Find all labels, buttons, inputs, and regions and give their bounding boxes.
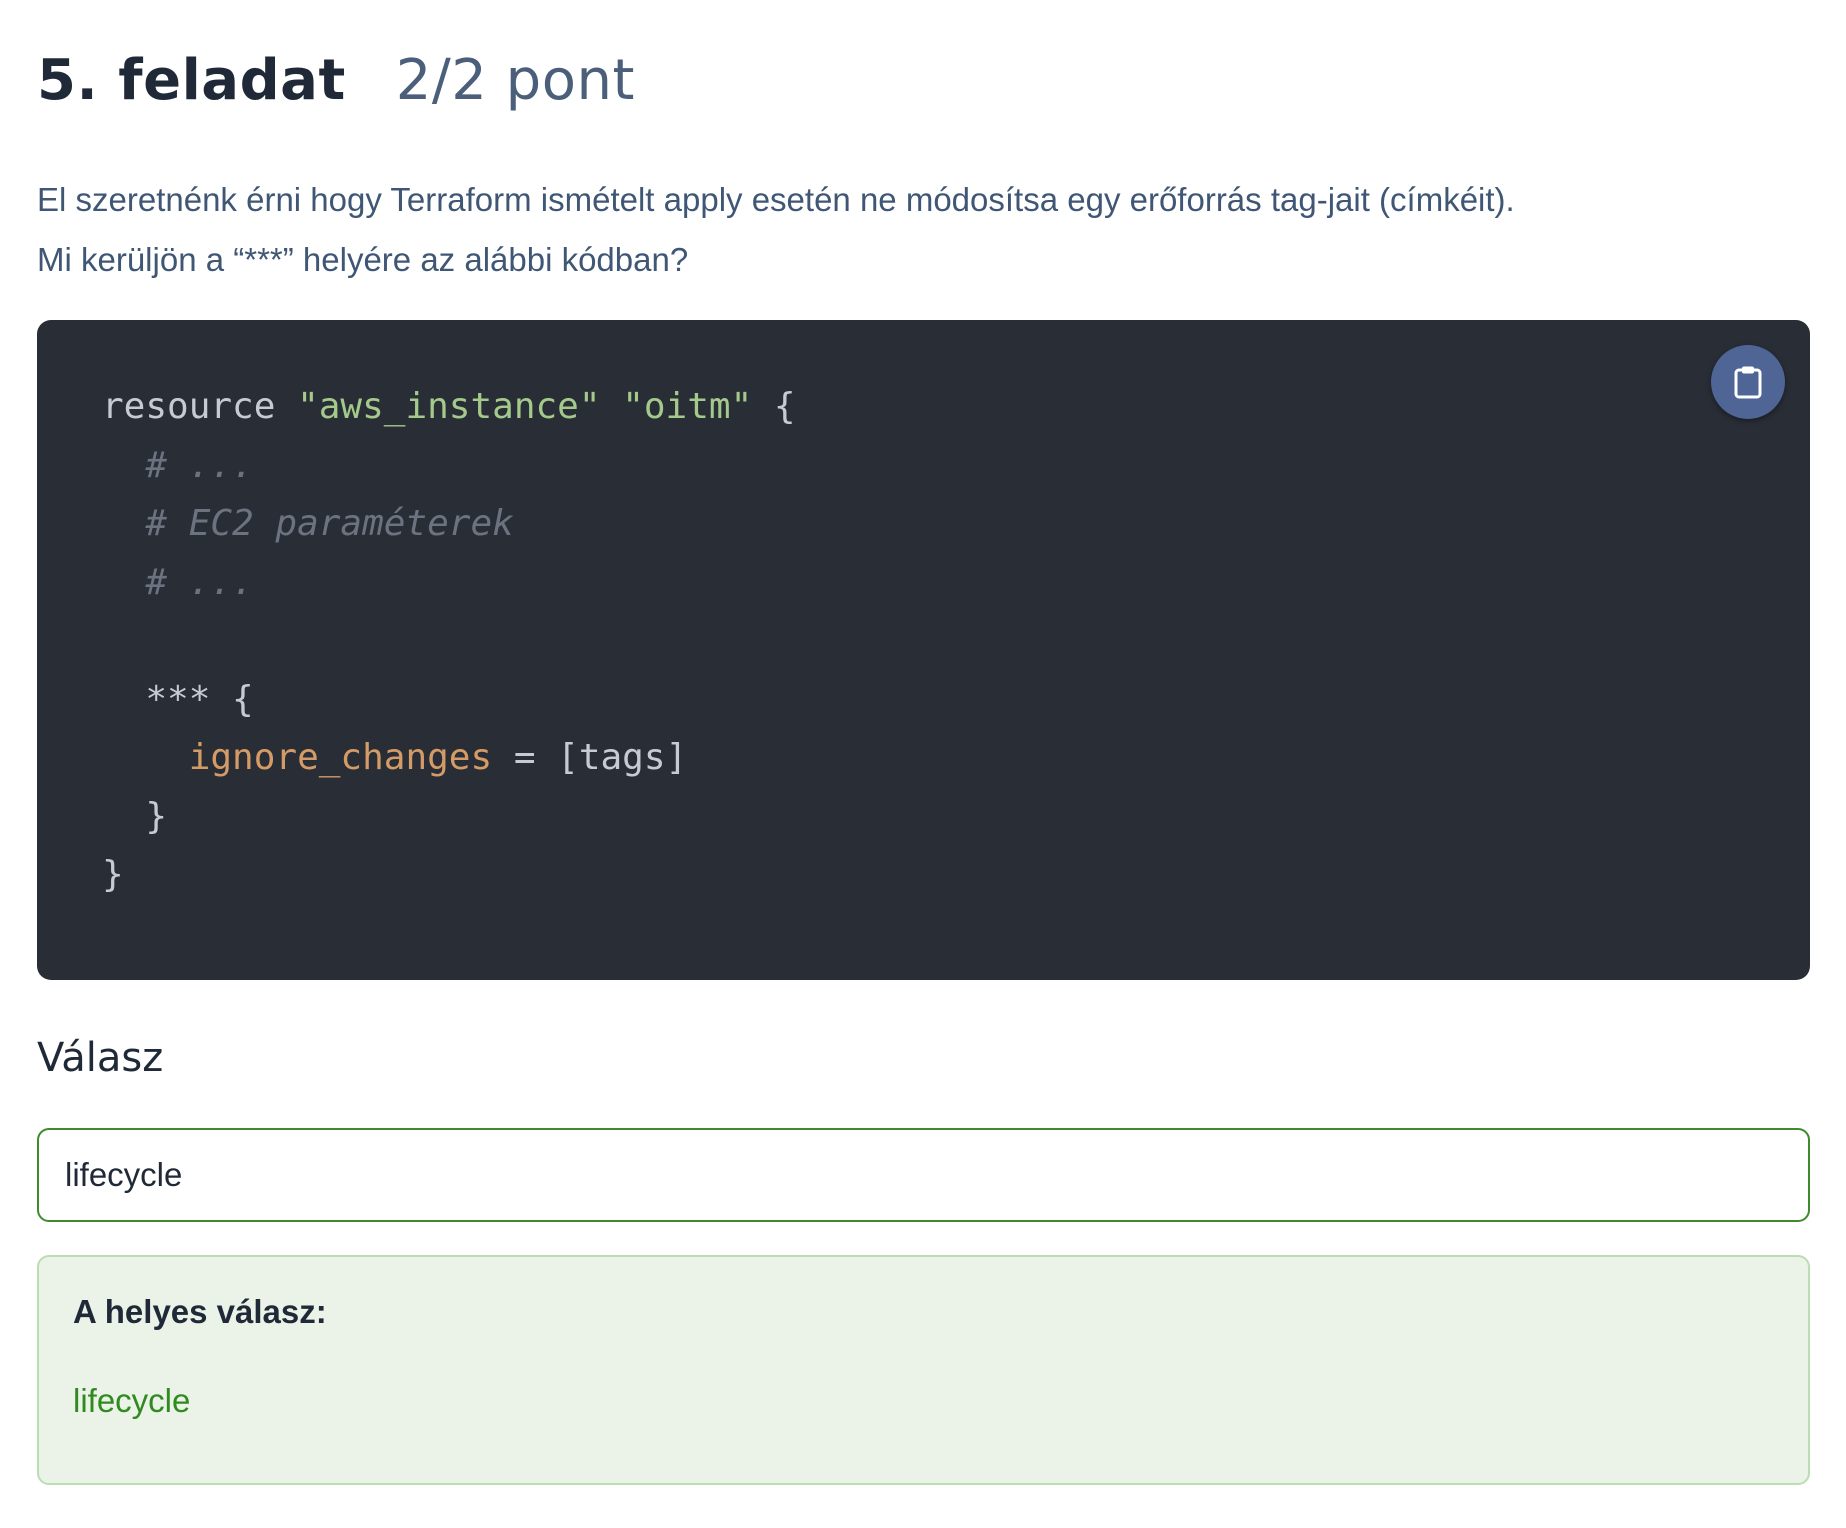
- answer-input[interactable]: [37, 1128, 1810, 1222]
- code-token: "oitm": [622, 386, 753, 427]
- code-token: = [tags]: [492, 737, 688, 778]
- code-line: }: [102, 788, 796, 847]
- code-line: resource "aws_instance" "oitm" {: [102, 378, 796, 437]
- code-token: ignore_changes: [188, 737, 493, 778]
- code-line: ignore_changes = [tags]: [102, 729, 796, 788]
- code-line: # ...: [102, 554, 796, 613]
- question-line-1: El szeretnénk érni hogy Terraform isméte…: [37, 181, 1515, 218]
- code-line: *** {: [102, 671, 796, 730]
- code-line: # EC2 paraméterek: [102, 495, 796, 554]
- correct-answer-label: A helyes válasz:: [73, 1293, 327, 1330]
- task-points: 2/2 pont: [395, 48, 635, 113]
- code-token: }: [102, 854, 124, 895]
- code-token: {: [752, 386, 796, 427]
- code-token: # EC2 paraméterek: [102, 503, 514, 544]
- task-heading: 5. feladat 2/2 pont: [37, 48, 635, 113]
- correct-answer-box: A helyes válasz: lifecycle: [37, 1255, 1810, 1485]
- code-token: # ...: [102, 561, 254, 603]
- code-token: "aws_instance": [297, 386, 601, 427]
- code-token: }: [102, 795, 168, 837]
- task-title: 5. feladat: [37, 48, 346, 113]
- copy-code-button[interactable]: [1711, 345, 1785, 419]
- code-block: resource "aws_instance" "oitm" { # ... #…: [37, 320, 1810, 980]
- code-token: resource: [102, 386, 298, 427]
- correct-answer-value: lifecycle: [73, 1382, 191, 1419]
- code-content: resource "aws_instance" "oitm" { # ... #…: [102, 378, 796, 905]
- answer-heading: Válasz: [37, 1035, 164, 1081]
- question-text: El szeretnénk érni hogy Terraform isméte…: [37, 170, 1515, 290]
- code-token: *** {: [102, 678, 254, 720]
- code-line: }: [102, 846, 796, 905]
- clipboard-icon: [1734, 366, 1762, 399]
- code-token: # ...: [102, 444, 254, 486]
- code-line: # ...: [102, 437, 796, 496]
- question-line-2: Mi kerüljön a “***” helyére az alábbi kó…: [37, 241, 689, 278]
